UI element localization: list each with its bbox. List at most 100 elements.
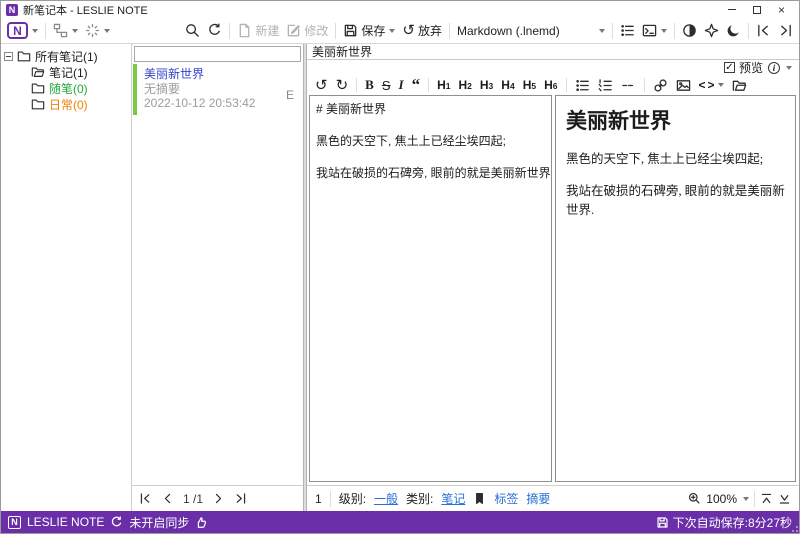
heading1-button[interactable]: H1 [437, 78, 450, 92]
first-page-button[interactable] [139, 492, 152, 505]
unordered-list-button[interactable] [575, 78, 590, 93]
search-icon [186, 24, 200, 37]
scroll-to-top-button[interactable] [760, 492, 773, 505]
heading5-button[interactable]: H5 [523, 78, 536, 92]
link-button[interactable] [653, 78, 668, 93]
outline-list-button[interactable] [620, 23, 635, 38]
modify-note-button[interactable]: 修改 [286, 22, 328, 39]
terminal-icon [642, 24, 657, 37]
titlebar: N 新笔记本 - LESLIE NOTE × [1, 1, 799, 18]
strikethrough-button[interactable]: S [382, 78, 391, 93]
source-line: # 美丽新世界 [316, 102, 387, 116]
sparkle-burst-icon [86, 24, 99, 37]
collapse-left-panel-button[interactable] [756, 23, 771, 38]
italic-button[interactable]: I [399, 77, 404, 93]
notelist-pagination: 1 /1 [132, 485, 303, 511]
note-list-panel: 美丽新世界 无摘要 2022-10-12 20:53:42 E 1 /1 [132, 44, 303, 511]
markdown-toolbar: ↺ ↻ B S I “ H1 H2 H3 H4 H5 H6 < > [307, 75, 799, 95]
zoom-controls: 100% [688, 490, 791, 507]
zoom-level: 100% [706, 491, 737, 506]
sidebar-item-all-notes[interactable]: 所有笔记(1) [1, 48, 131, 64]
sidebar-item-essays[interactable]: 随笔(0) [1, 80, 131, 96]
notebook-structure-button[interactable] [53, 23, 78, 38]
resize-grip[interactable] [790, 524, 798, 532]
note-title-input[interactable]: 美丽新世界 [307, 44, 799, 60]
contrast-theme-button[interactable] [682, 23, 697, 38]
heading2-button[interactable]: H2 [458, 78, 471, 92]
source-line [316, 117, 545, 133]
status-bar: N LESLIE NOTE 未开启同步 下次自动保存:8分27秒 [1, 511, 799, 533]
sync-status: 未开启同步 [129, 515, 190, 530]
collapse-right-panel-button[interactable] [778, 23, 793, 38]
heading4-button[interactable]: H4 [501, 78, 514, 92]
next-page-button[interactable] [212, 492, 225, 505]
undo-button[interactable]: ↺ [315, 78, 328, 93]
info-button[interactable]: i [768, 61, 780, 74]
search-button[interactable] [185, 23, 200, 38]
app-menu-button[interactable]: N [7, 22, 38, 39]
divider [643, 78, 645, 92]
thumbs-up-icon[interactable] [195, 516, 208, 529]
preview-checkbox[interactable]: ✓ [723, 62, 735, 73]
minimize-button[interactable] [719, 2, 744, 17]
source-line: 我站在破损的石碑旁, 眼前的就是美丽新世界. [316, 166, 552, 180]
notelist-filter-input[interactable] [134, 46, 301, 62]
refresh-button[interactable] [207, 23, 222, 38]
level-value-link[interactable]: 一般 [374, 490, 398, 507]
heading6-button[interactable]: H6 [544, 78, 557, 92]
category-value-link[interactable]: 笔记 [441, 490, 465, 507]
blockquote-button[interactable]: “ [412, 76, 421, 93]
discard-button[interactable]: ↺ 放弃 [402, 22, 442, 39]
preview-paragraph: 黑色的天空下, 焦土上已经尘埃四起; [566, 152, 764, 166]
level-label: 级别: [338, 492, 367, 506]
chevron-down-icon [72, 28, 78, 33]
markdown-source-editor[interactable]: # 美丽新世界 黑色的天空下, 焦土上已经尘埃四起; 我站在破损的石碑旁, 眼前… [309, 95, 552, 482]
bold-button[interactable]: B [365, 77, 374, 93]
format-selector[interactable]: Markdown (.lnemd) [457, 24, 605, 38]
sidebar-item-label: 随笔(0) [49, 81, 88, 96]
folder-sidebar: 所有笔记(1) 笔记(1) 随笔(0) 日常(0) [1, 44, 132, 511]
terminal-button[interactable] [642, 23, 667, 38]
horizontal-rule-button[interactable] [621, 78, 636, 93]
quick-actions-button[interactable] [85, 23, 110, 38]
statusbar-logo: N [8, 515, 21, 529]
undo-arrow-icon: ↺ [402, 22, 415, 39]
divider [449, 22, 450, 39]
zoom-in-icon[interactable] [688, 492, 701, 505]
maximize-button[interactable] [744, 2, 769, 17]
autosave-text: 下次自动保存:8分27秒 [672, 515, 792, 530]
divider [674, 22, 675, 39]
note-list-item[interactable]: 美丽新世界 无摘要 2022-10-12 20:53:42 E [133, 64, 303, 115]
maximize-icon [752, 5, 761, 14]
contrast-icon [683, 24, 696, 37]
close-button[interactable]: × [769, 2, 794, 17]
attachment-folder-button[interactable] [732, 78, 747, 93]
heading3-button[interactable]: H3 [480, 78, 493, 92]
scroll-to-bottom-button[interactable] [778, 492, 791, 505]
editor-panes: # 美丽新世界 黑色的天空下, 焦土上已经尘埃四起; 我站在破损的石碑旁, 眼前… [307, 95, 799, 485]
divider [428, 78, 430, 92]
last-page-button[interactable] [234, 492, 247, 505]
modify-note-label: 修改 [304, 24, 329, 38]
new-note-button[interactable]: 新建 [237, 22, 279, 39]
previous-page-button[interactable] [161, 492, 174, 505]
ordered-list-button[interactable] [598, 78, 613, 93]
redo-button[interactable]: ↻ [336, 78, 349, 93]
category-label: 类别: [406, 492, 434, 506]
image-button[interactable] [676, 78, 691, 93]
sidebar-item-notes[interactable]: 笔记(1) [1, 64, 131, 80]
sync-icon[interactable] [110, 515, 123, 529]
preview-toggle[interactable]: ✓ 预览 [723, 59, 763, 76]
save-button[interactable]: 保存 [343, 22, 396, 39]
dark-mode-button[interactable] [726, 23, 741, 38]
folder-icon [31, 83, 45, 94]
discard-label: 放弃 [417, 24, 442, 38]
summary-link[interactable]: 摘要 [526, 490, 550, 507]
pin-sparkle-button[interactable] [704, 23, 719, 38]
divider [748, 22, 749, 39]
edit-pencil-icon [288, 24, 301, 37]
tags-link[interactable]: 标签 [494, 490, 518, 507]
code-button[interactable]: < > [699, 78, 724, 92]
tree-collapse-icon[interactable] [4, 51, 13, 61]
sidebar-item-daily[interactable]: 日常(0) [1, 96, 131, 112]
